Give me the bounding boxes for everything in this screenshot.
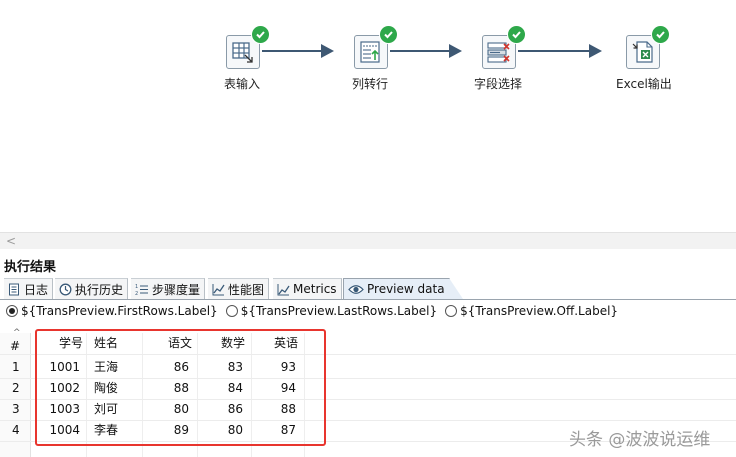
radio-label: ${TransPreview.FirstRows.Label}: [21, 304, 218, 318]
hop-arrow[interactable]: [262, 44, 334, 58]
step-label-row-normaliser: 列转行: [352, 77, 389, 91]
scroll-left-icon[interactable]: <: [6, 233, 16, 249]
preview-mode-radios: ${TransPreview.FirstRows.Label} ${TransP…: [6, 304, 618, 318]
results-title: 执行结果: [4, 260, 57, 275]
step-metrics-icon: 12: [135, 284, 148, 296]
svg-text:2: 2: [135, 291, 138, 296]
metrics-icon: [277, 283, 290, 295]
radio-off[interactable]: ${TransPreview.Off.Label}: [445, 304, 618, 318]
radio-button[interactable]: [225, 305, 238, 317]
tab-step-metrics[interactable]: 12 步骤度量: [131, 278, 206, 299]
results-tabbar: 日志 执行历史 12 步骤度量 性能图 Metrics Preview data: [0, 278, 736, 300]
step-label-table-input: 表输入: [224, 77, 261, 91]
step-label-excel-output: Excel输出: [616, 77, 672, 91]
horizontal-scrollbar[interactable]: <: [0, 232, 736, 249]
log-icon: [9, 283, 19, 295]
tab-label: Metrics: [293, 282, 337, 296]
success-check-icon: [651, 25, 670, 44]
tab-log[interactable]: 日志: [4, 278, 54, 299]
tab-label: 日志: [24, 282, 49, 297]
row-number: 2: [12, 381, 20, 395]
radio-label: ${TransPreview.Off.Label}: [460, 304, 619, 318]
row-number: 4: [12, 423, 20, 437]
row-number: 3: [12, 402, 20, 416]
eye-icon: [348, 284, 364, 294]
tab-metrics[interactable]: Metrics: [273, 278, 342, 299]
column-header-rownum[interactable]: #: [10, 336, 20, 357]
radio-last-rows[interactable]: ${TransPreview.LastRows.Label}: [225, 304, 438, 318]
row-number: 1: [12, 360, 20, 374]
step-excel-output[interactable]: [626, 25, 670, 69]
tab-performance-graph[interactable]: 性能图: [208, 278, 270, 299]
transformation-canvas[interactable]: 表输入 列转行 字段选择 Excel输出: [0, 0, 736, 232]
radio-button[interactable]: [6, 305, 18, 317]
tab-label: 步骤度量: [152, 282, 201, 297]
history-icon: [59, 283, 72, 295]
tab-label: Preview data: [367, 282, 445, 296]
watermark: 头条 @波波说运维: [569, 430, 711, 450]
svg-text:1: 1: [135, 284, 138, 290]
radio-first-rows[interactable]: ${TransPreview.FirstRows.Label}: [6, 304, 218, 318]
step-label-select-values: 字段选择: [474, 77, 523, 91]
performance-graph-icon: [212, 283, 225, 295]
success-check-icon: [251, 25, 270, 44]
success-check-icon: [379, 25, 398, 44]
hop-arrow[interactable]: [518, 44, 602, 58]
highlight-frame: [35, 329, 326, 446]
radio-button[interactable]: [445, 305, 458, 317]
step-select-values[interactable]: [482, 25, 526, 69]
tab-label: 性能图: [228, 282, 265, 297]
success-check-icon: [507, 25, 526, 44]
tab-label: 执行历史: [75, 282, 124, 297]
step-row-normaliser[interactable]: [354, 25, 398, 69]
radio-label: ${TransPreview.LastRows.Label}: [240, 304, 438, 318]
step-table-input[interactable]: [226, 25, 270, 69]
hop-arrow[interactable]: [390, 44, 462, 58]
tab-preview-data[interactable]: Preview data: [343, 278, 463, 299]
tab-history[interactable]: 执行历史: [55, 278, 129, 299]
